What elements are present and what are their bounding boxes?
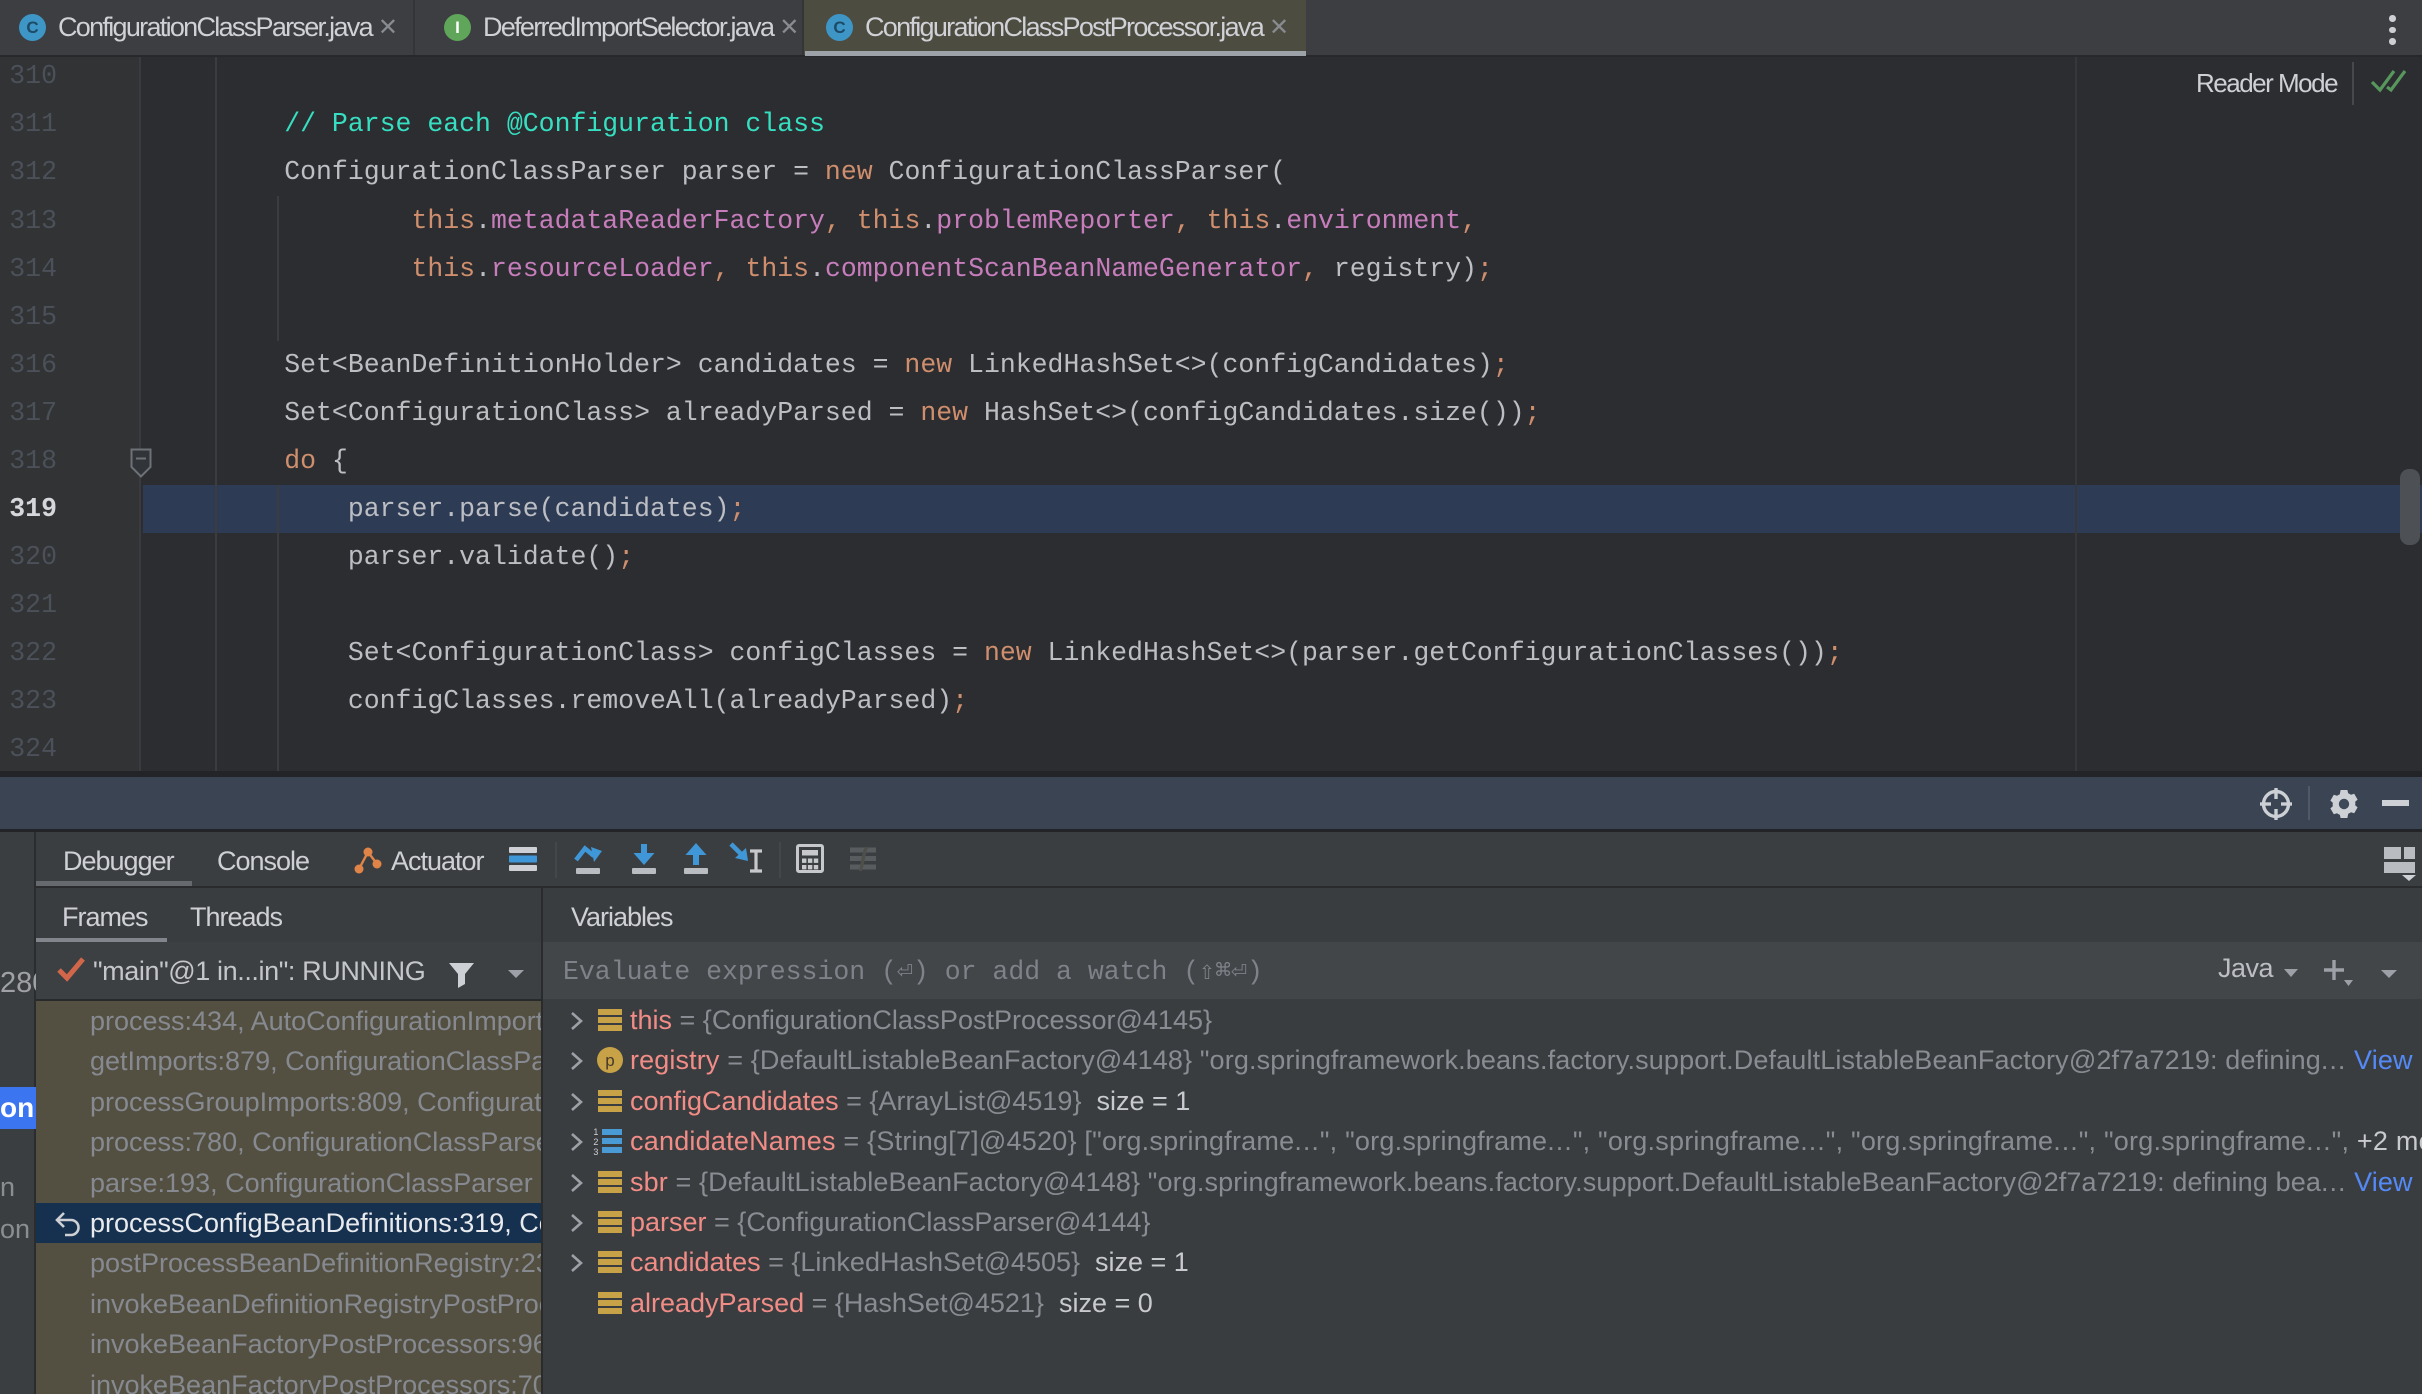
svg-text:p: p (605, 1051, 615, 1070)
svg-text:2: 2 (593, 1137, 598, 1147)
svg-text:1: 1 (593, 1127, 598, 1137)
svg-text:3: 3 (593, 1147, 598, 1157)
